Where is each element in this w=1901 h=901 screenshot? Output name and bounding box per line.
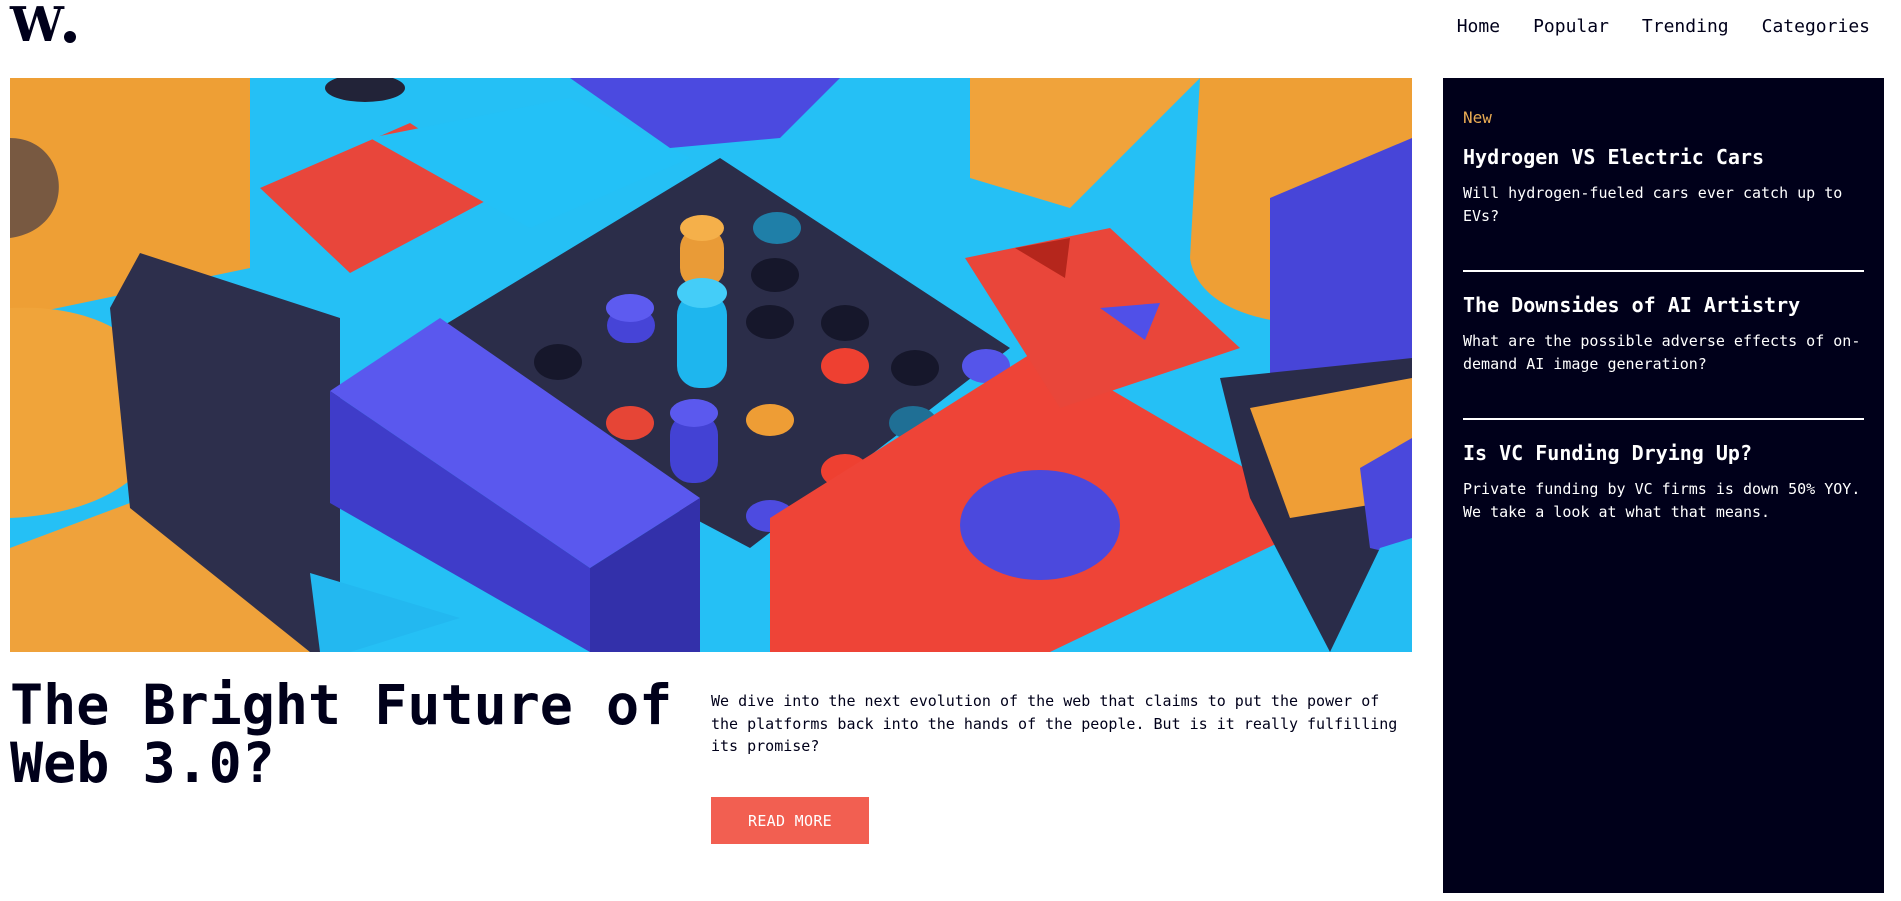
sidebar-article-title[interactable]: The Downsides of AI Artistry: [1463, 292, 1864, 318]
site-logo[interactable]: W: [10, 0, 76, 53]
sidebar-article-desc: What are the possible adverse effects of…: [1463, 332, 1861, 373]
logo-letter: W: [10, 0, 64, 53]
sidebar-article-title[interactable]: Is VC Funding Drying Up?: [1463, 440, 1864, 466]
hero-illustration: [10, 78, 1412, 652]
main-nav: Home Popular Trending Categories: [1457, 14, 1870, 40]
nav-categories[interactable]: Categories: [1762, 14, 1870, 40]
sidebar-article-desc: Private funding by VC firms is down 50% …: [1463, 480, 1861, 521]
read-more-button[interactable]: READ MORE: [711, 797, 869, 844]
sidebar-article-desc: Will hydrogen-fueled cars ever catch up …: [1463, 184, 1843, 225]
sidebar-new: New Hydrogen VS Electric Cars Will hydro…: [1443, 78, 1884, 893]
hero-image: [10, 78, 1412, 652]
sidebar-tag: New: [1463, 108, 1492, 127]
nav-home[interactable]: Home: [1457, 14, 1500, 40]
sidebar-article[interactable]: The Downsides of AI Artistry What are th…: [1463, 292, 1864, 420]
nav-popular[interactable]: Popular: [1533, 14, 1609, 40]
sidebar-article[interactable]: Is VC Funding Drying Up? Private funding…: [1463, 440, 1864, 566]
nav-trending[interactable]: Trending: [1642, 14, 1729, 40]
sidebar-article-title[interactable]: Hydrogen VS Electric Cars: [1463, 144, 1864, 170]
logo-dot-icon: [63, 31, 76, 43]
sidebar-article[interactable]: Hydrogen VS Electric Cars Will hydrogen-…: [1463, 144, 1864, 272]
article-title: The Bright Future of Web 3.0?: [10, 673, 673, 795]
article-excerpt: We dive into the next evolution of the w…: [711, 692, 1398, 755]
